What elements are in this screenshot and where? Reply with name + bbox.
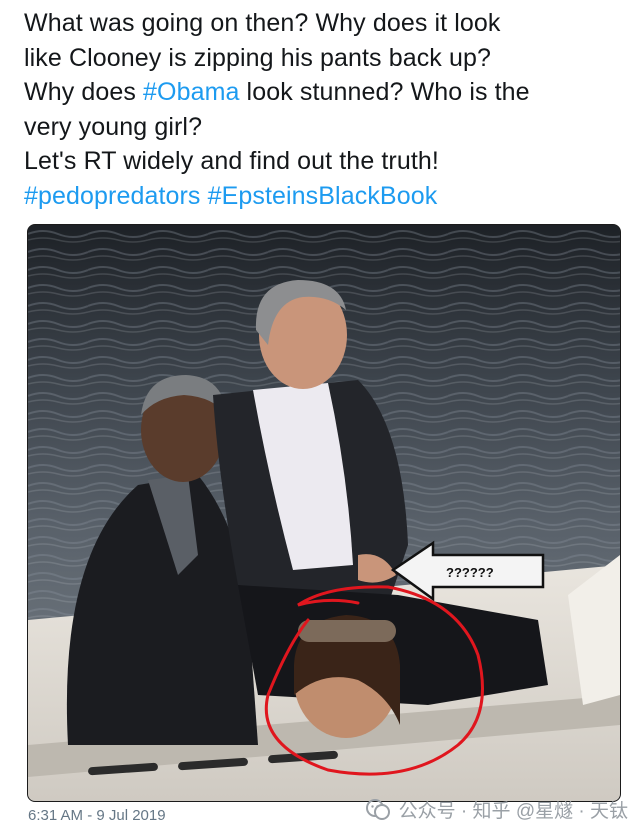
tweet-line-1: What was going on then? Why does it look bbox=[24, 6, 624, 41]
tweet-text-segment: Why does bbox=[24, 78, 144, 106]
watermark-text: 公众号 · 知乎 @星燧 · 天钛 bbox=[398, 801, 628, 822]
tweet-line-3: Why does #Obama look stunned? Who is the bbox=[24, 75, 624, 110]
hashtag-obama-link[interactable]: #Obama bbox=[143, 78, 240, 106]
wechat-icon bbox=[365, 798, 390, 820]
tweet-text: What was going on then? Why does it look… bbox=[24, 6, 624, 213]
tweet-text-segment: look stunned? Who is the bbox=[239, 78, 530, 106]
tweet-text-segment: like Clooney is zipping his pants back u… bbox=[24, 43, 491, 72]
tweet-line-5: Let's RT widely and find out the truth! bbox=[24, 144, 624, 179]
tweet-text-segment: Let's RT widely and find out the truth! bbox=[24, 147, 439, 175]
arrow-label: ?????? bbox=[446, 565, 494, 580]
hashtag-pedopredators-link[interactable]: #pedopredators bbox=[24, 182, 201, 210]
tweet-line-2: like Clooney is zipping his pants back u… bbox=[24, 41, 624, 76]
tweet-line-6: #pedopredators #EpsteinsBlackBook bbox=[24, 179, 624, 214]
tweet-timestamp[interactable]: 6:31 AM - 9 Jul 2019 bbox=[28, 807, 166, 824]
watermark: 公众号 · 知乎 @星燧 · 天钛 bbox=[365, 796, 628, 823]
tweet-text-segment: very young girl? bbox=[24, 112, 203, 141]
tweet-photo[interactable]: ?????? bbox=[27, 224, 621, 802]
tweet-text-segment bbox=[201, 182, 208, 210]
hashtag-epsteinsblackbook-link[interactable]: #EpsteinsBlackBook bbox=[208, 182, 438, 210]
tweet-text-segment: What was going on then? Why does it look bbox=[24, 9, 501, 37]
tweet-line-4: very young girl? bbox=[24, 110, 624, 145]
child-cap bbox=[298, 620, 396, 642]
photo-illustration: ?????? bbox=[28, 225, 620, 801]
